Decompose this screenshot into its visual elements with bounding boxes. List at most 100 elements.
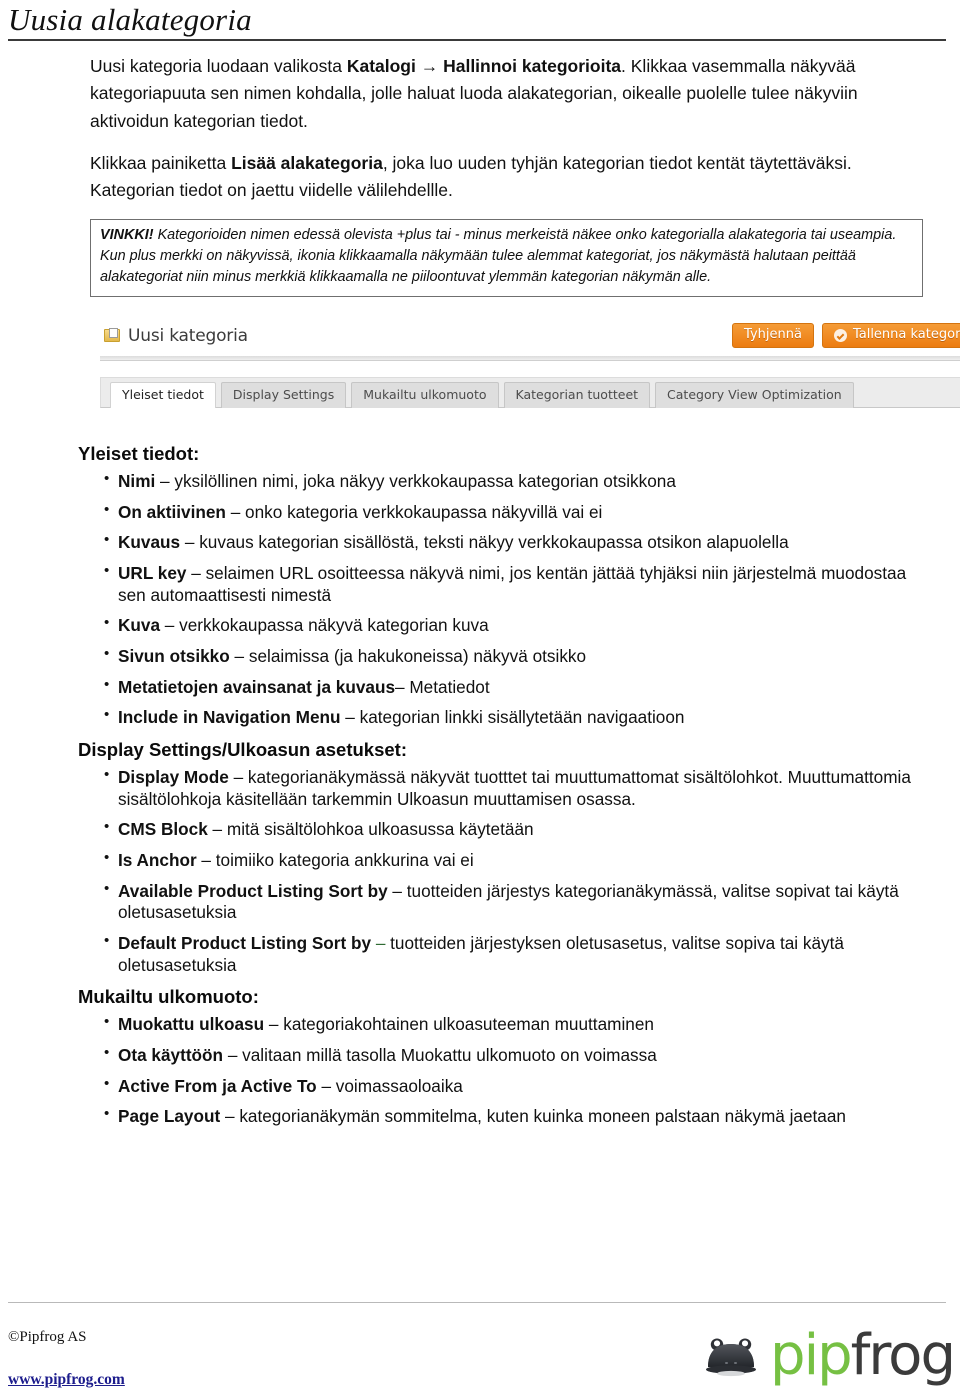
item-term: Kuvaus — [118, 532, 181, 553]
logo-text-part1: pip — [770, 1323, 853, 1388]
item-term: Available Product Listing Sort by — [118, 880, 388, 901]
item-sep: – — [340, 707, 360, 728]
tab-label: Display Settings — [232, 387, 335, 403]
pipfrog-logo: pipfrog — [704, 1324, 956, 1388]
website-link[interactable]: www.pipfrog.com — [8, 1371, 125, 1389]
item-sep: – — [228, 766, 248, 787]
panel-tabstrip: Yleiset tiedot Display Settings Mukailtu… — [100, 376, 960, 408]
item-sep: – — [395, 676, 410, 697]
tab-display-settings[interactable]: Display Settings — [220, 382, 347, 408]
logo-wordmark: pipfrog — [770, 1328, 956, 1384]
panel-header-left: Uusi kategoria — [104, 326, 248, 346]
list-item: Display Mode – kategorianäkymässä näkyvä… — [104, 766, 926, 810]
list-item: Kuva – verkkokaupassa näkyvä kategorian … — [104, 614, 926, 637]
list-item: URL key – selaimen URL osoitteessa näkyv… — [104, 562, 926, 606]
panel-divider — [100, 355, 960, 361]
item-sep: – — [264, 1014, 284, 1035]
intro-paragraph-2: Klikkaa painiketta Lisää alakategoria, j… — [90, 150, 920, 205]
page-header: Uusia alakategoria — [0, 2, 960, 41]
title-divider — [8, 38, 946, 41]
intro-p2-part1: Klikkaa painiketta — [90, 152, 232, 173]
reset-button-label: Tyhjennä — [744, 327, 802, 343]
reset-button[interactable]: Tyhjennä — [732, 323, 814, 349]
save-category-button[interactable]: Tallenna kategoria — [821, 323, 960, 349]
section-heading: Mukailtu ulkomuoto: — [78, 986, 259, 1008]
item-sep: – — [371, 932, 391, 953]
tab-category-view-optimization[interactable]: Category View Optimization — [655, 382, 854, 408]
item-desc: kuvaus kategorian sisällöstä, teksti näk… — [199, 532, 789, 553]
tab-label: Mukailtu ulkomuoto — [363, 387, 487, 403]
item-sep: – — [207, 819, 227, 840]
intro-text-block: Uusi kategoria luodaan valikosta Katalog… — [0, 53, 960, 408]
item-term: Nimi — [118, 470, 156, 491]
admin-panel-screenshot: Uusi kategoria Tyhjennä Tallenna kategor… — [100, 319, 960, 408]
list-item: Muokattu ulkoasu – kategoriakohtainen ul… — [104, 1013, 926, 1036]
list-item: On aktiivinen – onko kategoria verkkokau… — [104, 501, 926, 524]
panel-title: Uusi kategoria — [128, 325, 248, 346]
item-term: Default Product Listing Sort by — [118, 932, 372, 953]
item-desc: selaimen URL osoitteessa näkyvä nimi, jo… — [118, 562, 907, 605]
intro-p1-part1: Uusi kategoria luodaan valikosta — [90, 55, 347, 76]
item-sep: – — [229, 645, 249, 666]
list-item: Default Product Listing Sort by – tuotte… — [104, 932, 926, 976]
item-desc: Metatiedot — [409, 676, 490, 697]
list-item: Is Anchor – toimiiko kategoria ankkurina… — [104, 849, 926, 872]
item-term: Active From ja Active To — [118, 1075, 317, 1096]
section-heading: Display Settings/Ulkoasun asetukset: — [78, 738, 407, 760]
item-sep: – — [225, 501, 246, 522]
tip-body: Kategorioiden nimen edessä olevista +plu… — [100, 226, 897, 286]
list-item: CMS Block – mitä sisältölohkoa ulkoasuss… — [104, 818, 926, 841]
page-footer: ©Pipfrog AS www.pipfrog.com pipfrog — [0, 1308, 960, 1394]
item-term: Kuva — [118, 615, 161, 636]
item-term: URL key — [118, 562, 187, 583]
panel-header-actions: Tyhjennä Tallenna kategoria — [732, 323, 960, 349]
button-name-emphasis: Lisää alakategoria — [231, 152, 383, 173]
item-sep: – — [387, 880, 407, 901]
item-desc: toimiiko kategoria ankkurina vai ei — [215, 849, 474, 870]
list-item: Ota käyttöön – valitaan millä tasolla Mu… — [104, 1044, 926, 1067]
item-desc: kategorianäkymän sommitelma, kuten kuink… — [239, 1106, 846, 1127]
item-sep: – — [160, 615, 180, 636]
tab-label: Category View Optimization — [667, 387, 842, 403]
list-item: Active From ja Active To – voimassaoloai… — [104, 1075, 926, 1098]
tip-heading: VINKKI! — [100, 226, 154, 243]
item-desc: valitaan millä tasolla Muokattu ulkomuot… — [242, 1045, 657, 1066]
frog-head-icon — [706, 1338, 757, 1377]
item-term: Sivun otsikko — [118, 645, 230, 666]
logo-text-part2: frog — [850, 1323, 956, 1388]
item-desc: yksilöllinen nimi, joka näkyy verkkokaup… — [174, 470, 676, 491]
list-item: Sivun otsikko – selaimissa (ja hakukonei… — [104, 645, 926, 668]
section-yleiset-tiedot: Yleiset tiedot: Nimi – yksilöllinen nimi… — [0, 442, 960, 729]
item-sep: – — [155, 470, 175, 491]
section-bullet-list: Muokattu ulkoasu – kategoriakohtainen ul… — [78, 1013, 926, 1128]
copyright-text: ©Pipfrog AS — [8, 1329, 87, 1345]
section-bullet-list: Display Mode – kategorianäkymässä näkyvä… — [78, 766, 926, 976]
check-circle-icon — [833, 328, 847, 342]
panel-header: Uusi kategoria Tyhjennä Tallenna kategor… — [100, 319, 960, 353]
item-desc: kategoriakohtainen ulkoasuteeman muuttam… — [283, 1014, 654, 1035]
item-term: Ota käyttöön — [118, 1045, 224, 1066]
item-term: Display Mode — [118, 766, 229, 787]
section-mukailtu-ulkomuoto: Mukailtu ulkomuoto: Muokattu ulkoasu – k… — [0, 985, 960, 1128]
item-term: On aktiivinen — [118, 501, 226, 522]
page-title: Uusia alakategoria — [8, 2, 252, 37]
item-desc: verkkokaupassa näkyvä kategorian kuva — [179, 615, 489, 636]
tab-label: Kategorian tuotteet — [515, 387, 639, 403]
tab-kategorian-tuotteet[interactable]: Kategorian tuotteet — [503, 382, 651, 408]
list-item: Kuvaus – kuvaus kategorian sisällöstä, t… — [104, 531, 926, 554]
footer-divider — [8, 1302, 946, 1303]
item-desc: mitä sisältölohkoa ulkoasussa käytetään — [226, 819, 534, 840]
item-sep: – — [220, 1106, 240, 1127]
list-item: Nimi – yksilöllinen nimi, joka näkyy ver… — [104, 470, 926, 493]
item-term: Metatietojen avainsanat ja kuvaus — [118, 676, 396, 697]
list-item: Page Layout – kategorianäkymän sommitelm… — [104, 1105, 926, 1128]
tab-mukailtu-ulkomuoto[interactable]: Mukailtu ulkomuoto — [351, 382, 499, 408]
list-item: Available Product Listing Sort by – tuot… — [104, 880, 926, 924]
item-sep: – — [316, 1075, 336, 1096]
tab-yleiset-tiedot[interactable]: Yleiset tiedot — [110, 382, 216, 408]
item-sep: – — [223, 1045, 243, 1066]
item-term: CMS Block — [118, 819, 208, 840]
intro-paragraph-1: Uusi kategoria luodaan valikosta Katalog… — [90, 53, 920, 136]
section-display-settings: Display Settings/Ulkoasun asetukset: Dis… — [0, 738, 960, 976]
section-heading: Yleiset tiedot: — [78, 442, 200, 464]
